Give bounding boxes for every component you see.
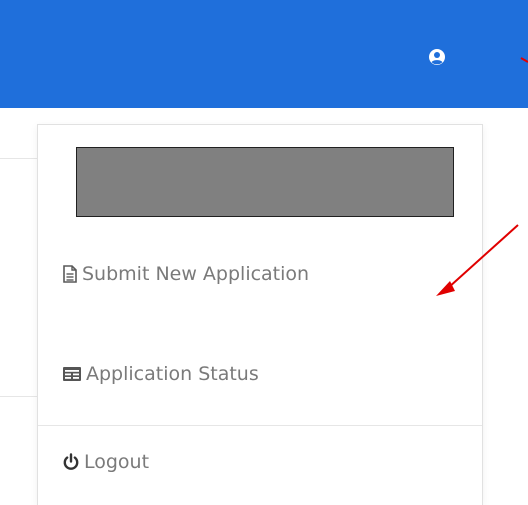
logout-label: Logout: [84, 451, 150, 473]
menu-divider: [38, 425, 482, 426]
submit-new-application-label: Submit New Application: [82, 263, 310, 285]
user-circle-icon: [429, 49, 445, 65]
document-icon: [62, 265, 78, 283]
card-icon: [62, 366, 82, 382]
background-divider: [0, 158, 38, 159]
background-divider: [0, 396, 38, 397]
user-dropdown-menu: Submit New Application Application Statu…: [37, 124, 483, 505]
redacted-user-info: [76, 147, 454, 217]
application-status-label: Application Status: [86, 363, 259, 385]
submit-new-application-item[interactable]: Submit New Application: [62, 263, 309, 285]
top-navbar: [0, 0, 528, 108]
power-icon: [62, 453, 80, 471]
user-menu-button[interactable]: [423, 43, 451, 71]
logout-item[interactable]: Logout: [62, 451, 149, 473]
application-status-item[interactable]: Application Status: [62, 363, 259, 385]
